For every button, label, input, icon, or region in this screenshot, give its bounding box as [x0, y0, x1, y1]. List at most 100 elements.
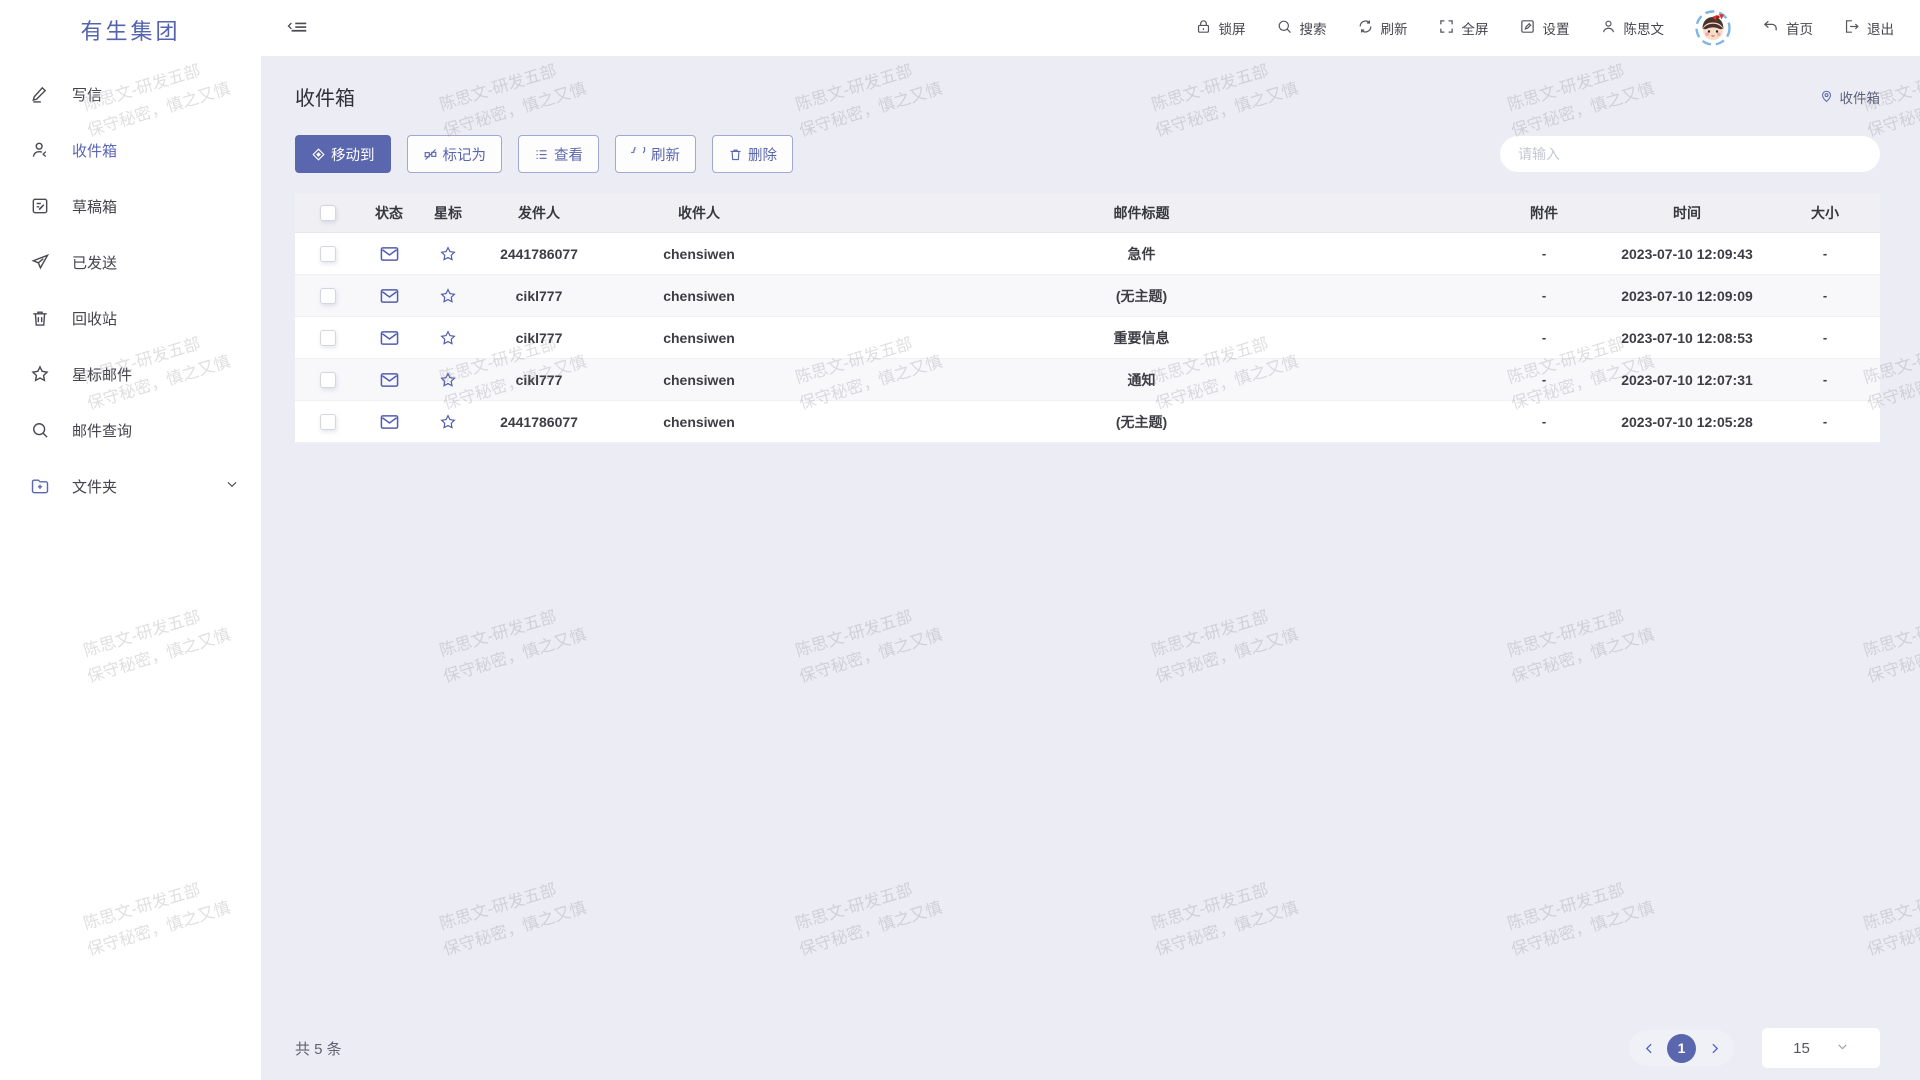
cell-recipient: chensiwen — [599, 246, 799, 262]
sidebar-item-folders[interactable]: 文件夹 — [0, 458, 261, 514]
table-row[interactable]: cikl777 chensiwen (无主题) - 2023-07-10 12:… — [295, 275, 1880, 317]
sidebar-item-label: 收件箱 — [72, 140, 117, 161]
lock-icon — [1195, 18, 1212, 38]
sidebar-item-starred[interactable]: 星标邮件 — [0, 346, 261, 402]
refresh-list-label: 刷新 — [651, 144, 680, 165]
sidebar-item-drafts[interactable]: 草稿箱 — [0, 178, 261, 234]
sidebar-item-label: 已发送 — [72, 252, 117, 273]
row-checkbox[interactable] — [320, 414, 336, 430]
sidebar-item-label: 回收站 — [72, 308, 117, 329]
refresh-button[interactable]: 刷新 — [1357, 18, 1408, 38]
chevron-down-icon — [225, 477, 239, 495]
settings-icon — [1519, 18, 1536, 38]
cell-subject: 通知 — [799, 370, 1484, 390]
avatar[interactable] — [1694, 9, 1732, 47]
lock-screen-button[interactable]: 锁屏 — [1195, 18, 1246, 38]
refresh-list-button[interactable]: 刷新 — [615, 135, 696, 173]
column-sender: 发件人 — [479, 203, 599, 223]
user-name: 陈思文 — [1624, 18, 1665, 38]
main-content: 收件箱 收件箱 移动到 标记为 查看 刷新 删除 — [261, 56, 1920, 1080]
cell-size: - — [1770, 414, 1880, 429]
table-row[interactable]: cikl777 chensiwen 重要信息 - 2023-07-10 12:0… — [295, 317, 1880, 359]
delete-button[interactable]: 删除 — [712, 135, 793, 173]
star-toggle-icon[interactable] — [417, 371, 479, 389]
mail-status-icon — [361, 246, 417, 262]
breadcrumb: 收件箱 — [1819, 87, 1881, 107]
cell-size: - — [1770, 288, 1880, 303]
logout-button[interactable]: 退出 — [1843, 18, 1894, 38]
cell-subject: 急件 — [799, 244, 1484, 264]
column-time: 时间 — [1604, 203, 1770, 223]
cell-subject: (无主题) — [799, 286, 1484, 306]
pagination: 1 — [1629, 1030, 1734, 1066]
fullscreen-icon — [1438, 18, 1455, 38]
move-to-button[interactable]: 移动到 — [295, 135, 391, 173]
mail-status-icon — [361, 330, 417, 346]
home-button[interactable]: 首页 — [1762, 18, 1813, 38]
star-toggle-icon[interactable] — [417, 287, 479, 305]
prev-page-button[interactable] — [1637, 1036, 1661, 1060]
row-checkbox[interactable] — [320, 330, 336, 346]
refresh-icon — [1357, 18, 1374, 38]
cell-time: 2023-07-10 12:05:28 — [1604, 414, 1770, 430]
mark-as-button[interactable]: 标记为 — [407, 135, 503, 173]
sidebar-item-label: 文件夹 — [72, 476, 117, 497]
cell-sender: cikl777 — [479, 330, 599, 346]
page-size-select[interactable]: 15 — [1762, 1028, 1880, 1068]
cell-time: 2023-07-10 12:07:31 — [1604, 372, 1770, 388]
select-all-checkbox[interactable] — [320, 205, 336, 221]
cell-sender: 2441786077 — [479, 246, 599, 262]
user-menu[interactable]: 陈思文 — [1600, 18, 1665, 38]
fullscreen-button[interactable]: 全屏 — [1438, 18, 1489, 38]
mail-status-icon — [361, 414, 417, 430]
row-checkbox[interactable] — [320, 246, 336, 262]
row-checkbox[interactable] — [320, 288, 336, 304]
folder-plus-icon — [30, 476, 50, 496]
sidebar-item-trash[interactable]: 回收站 — [0, 290, 261, 346]
column-recipient: 收件人 — [599, 203, 799, 223]
cell-recipient: chensiwen — [599, 330, 799, 346]
cell-attachment: - — [1484, 288, 1604, 303]
sidebar-item-mail-search[interactable]: 邮件查询 — [0, 402, 261, 458]
next-page-button[interactable] — [1702, 1036, 1726, 1060]
star-toggle-icon[interactable] — [417, 245, 479, 263]
cell-recipient: chensiwen — [599, 288, 799, 304]
search-icon — [1276, 18, 1293, 38]
breadcrumb-label: 收件箱 — [1840, 87, 1881, 107]
row-checkbox[interactable] — [320, 372, 336, 388]
table-row[interactable]: 2441786077 chensiwen 急件 - 2023-07-10 12:… — [295, 233, 1880, 275]
column-size: 大小 — [1770, 203, 1880, 223]
cell-sender: cikl777 — [479, 372, 599, 388]
sidebar: 有生集团 写信 收件箱 草稿箱 已发送 — [0, 0, 261, 1080]
settings-label: 设置 — [1543, 18, 1570, 38]
logout-icon — [1843, 18, 1860, 38]
table-row[interactable]: 2441786077 chensiwen (无主题) - 2023-07-10 … — [295, 401, 1880, 443]
mail-status-icon — [361, 372, 417, 388]
cell-subject: (无主题) — [799, 412, 1484, 432]
table-row[interactable]: cikl777 chensiwen 通知 - 2023-07-10 12:07:… — [295, 359, 1880, 401]
sidebar-item-sent[interactable]: 已发送 — [0, 234, 261, 290]
search-button[interactable]: 搜索 — [1276, 18, 1327, 38]
sidebar-item-compose[interactable]: 写信 — [0, 66, 261, 122]
view-label: 查看 — [554, 144, 583, 165]
trash-icon — [30, 308, 50, 328]
refresh-label: 刷新 — [1381, 18, 1408, 38]
toolbar: 移动到 标记为 查看 刷新 删除 — [295, 135, 1880, 173]
settings-button[interactable]: 设置 — [1519, 18, 1570, 38]
topbar: 锁屏 搜索 刷新 全屏 设置 — [261, 0, 1920, 56]
logout-label: 退出 — [1867, 18, 1894, 38]
cell-attachment: - — [1484, 372, 1604, 387]
star-toggle-icon[interactable] — [417, 413, 479, 431]
search-input[interactable] — [1500, 136, 1880, 172]
page-number[interactable]: 1 — [1667, 1034, 1696, 1063]
location-pin-icon — [1819, 88, 1834, 106]
sidebar-item-inbox[interactable]: 收件箱 — [0, 122, 261, 178]
cell-subject: 重要信息 — [799, 328, 1484, 348]
chevron-down-icon — [1836, 1040, 1849, 1057]
cell-size: - — [1770, 246, 1880, 261]
total-count: 共 5 条 — [295, 1038, 342, 1059]
view-button[interactable]: 查看 — [518, 135, 599, 173]
star-toggle-icon[interactable] — [417, 329, 479, 347]
cell-recipient: chensiwen — [599, 414, 799, 430]
menu-fold-icon[interactable] — [285, 15, 311, 41]
